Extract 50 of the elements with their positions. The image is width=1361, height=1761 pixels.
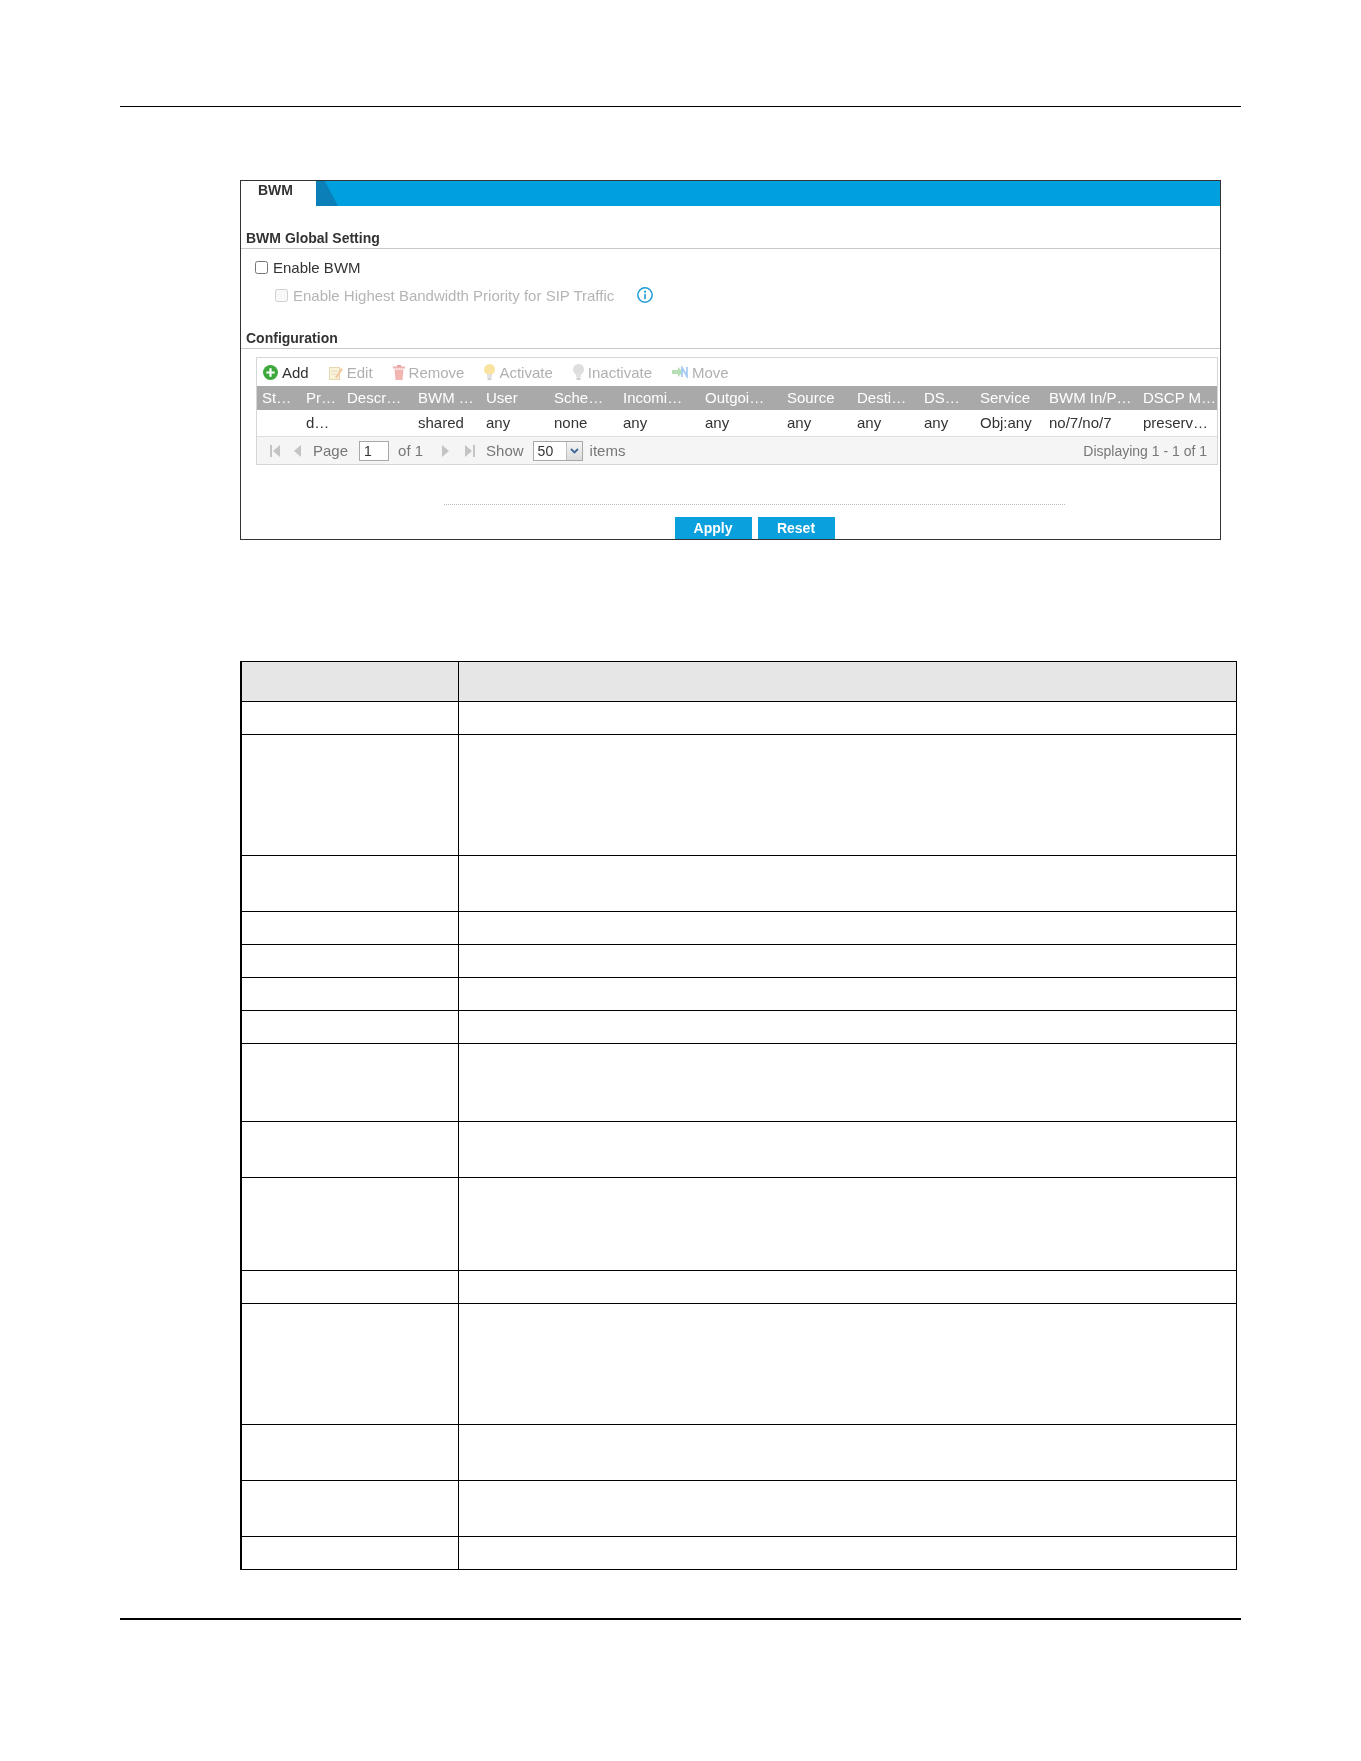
pencil-icon — [328, 364, 343, 380]
checkbox[interactable] — [255, 260, 268, 274]
table-cell: any — [623, 413, 648, 433]
column-header[interactable]: Descr… — [342, 386, 413, 410]
column-header[interactable]: DS… — [919, 386, 975, 410]
table-cell: any — [924, 413, 949, 433]
column-header[interactable]: Sche… — [549, 386, 618, 410]
page-label: Page — [313, 442, 349, 459]
trash-icon — [392, 364, 405, 380]
column-header[interactable]: BWM In/P… — [1044, 386, 1138, 410]
plus-icon — [263, 364, 278, 380]
show-label: Show — [486, 442, 524, 459]
checkbox-label: Enable Highest Bandwidth Priority for SIP Traffic — [293, 286, 615, 304]
arrow-icon — [672, 366, 688, 378]
column-header[interactable]: Incomi… — [618, 386, 700, 410]
column-header[interactable]: DSCP M… — [1138, 386, 1217, 410]
table-cell: no/7/no/7 — [1049, 413, 1112, 433]
checkbox-label: Enable BWM — [273, 258, 361, 276]
column-header[interactable]: BWM … — [413, 386, 481, 410]
table-cell: any — [705, 413, 730, 433]
column-header[interactable]: Service — [975, 386, 1044, 410]
page-input[interactable]: 1 — [359, 440, 390, 461]
column-header[interactable]: Source — [782, 386, 852, 410]
table-cell: d… — [306, 413, 330, 433]
tab-slant-drawing — [316, 181, 338, 206]
table-cell: shared — [418, 413, 464, 433]
column-header[interactable]: Outgoi… — [700, 386, 782, 410]
chevron-down-icon — [569, 447, 579, 454]
action-button[interactable]: Reset — [757, 517, 835, 539]
table-cell: none — [554, 413, 588, 433]
page-count: of 1 — [398, 442, 424, 459]
tab[interactable]: BWM — [241, 181, 316, 206]
column-header[interactable]: Pr… — [301, 386, 342, 410]
column-header[interactable]: User — [481, 386, 549, 410]
lightbulb-icon — [572, 364, 584, 380]
pager-summary: Displaying 1 - 1 of 1 — [1083, 442, 1207, 459]
add-button[interactable]: Add — [263, 363, 309, 381]
lightbulb-icon — [484, 364, 496, 380]
section-title: BWM Global Setting — [246, 230, 380, 246]
table-cell: preserv… — [1143, 413, 1209, 433]
table-cell: any — [857, 413, 882, 433]
per-page-select[interactable]: 50 — [532, 440, 583, 461]
column-header[interactable]: Desti… — [852, 386, 919, 410]
table-cell: Obj:any — [980, 413, 1032, 433]
items-label: items — [589, 442, 626, 459]
action-button[interactable]: Apply — [674, 517, 752, 539]
table-cell: any — [787, 413, 812, 433]
column-header[interactable]: St… — [257, 386, 301, 410]
section-title: Configuration — [246, 330, 338, 346]
table-cell: any — [486, 413, 511, 433]
